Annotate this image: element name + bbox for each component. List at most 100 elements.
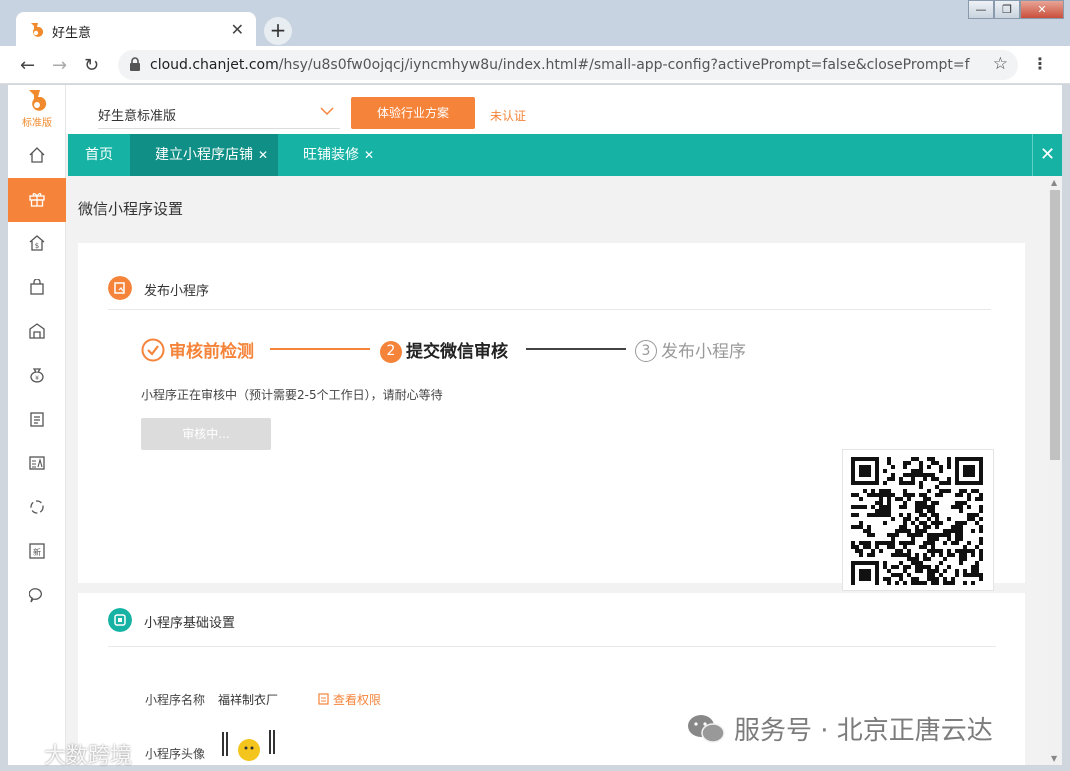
step-3-number: 3 — [635, 340, 657, 362]
sidebar-item-chat[interactable] — [8, 574, 66, 618]
unverified-link[interactable]: 未认证 — [490, 107, 526, 124]
app-header: 好生意标准版 体验行业方案 未认证 — [8, 85, 1062, 134]
sidebar-item-store[interactable]: $ — [8, 222, 66, 266]
report-icon — [29, 456, 45, 470]
watermark-left: 大数跨境 — [8, 738, 132, 770]
close-all-tabs-icon[interactable]: ✕ — [1032, 134, 1062, 176]
address-bar[interactable]: cloud.chanjet.com/hsy/u8s0fw0ojqcj/iyncm… — [118, 50, 1018, 80]
publish-section-title: 发布小程序 — [144, 284, 210, 299]
wechat-icon — [688, 715, 725, 743]
tab-home[interactable]: 首页 — [68, 134, 130, 176]
divider — [108, 309, 991, 310]
step-3-label: 发布小程序 — [661, 342, 746, 362]
browser-menu-icon[interactable]: ⋮ — [1032, 54, 1048, 73]
reviewing-button[interactable]: 审核中... — [141, 418, 271, 450]
sidebar-item-home[interactable] — [8, 134, 66, 178]
warehouse-icon — [29, 323, 45, 339]
tab-home-label: 首页 — [85, 147, 113, 163]
miniapp-name-label: 小程序名称 — [145, 693, 206, 707]
publish-icon — [108, 276, 132, 300]
step-submit-review: 2 提交微信审核 — [380, 337, 508, 363]
tab-build-label: 建立小程序店铺 — [155, 147, 253, 163]
scroll-thumb[interactable] — [1050, 190, 1060, 460]
browser-toolbar: ← → ↻ cloud.chanjet.com/hsy/u8s0fw0ojqcj… — [0, 46, 1070, 84]
forward-icon[interactable]: → — [52, 55, 67, 76]
minimize-button[interactable]: — — [968, 0, 994, 19]
tab-decoration-label: 旺铺装修 — [303, 147, 359, 163]
watermark-logo-icon — [9, 748, 44, 765]
basic-section-title: 小程序基础设置 — [144, 616, 236, 631]
cycle-icon — [30, 500, 44, 514]
new-tab-button[interactable]: + — [264, 17, 292, 45]
miniapp-avatar-image[interactable] — [221, 726, 277, 765]
watermark-right: 服务号 · 北京正唐云达 — [686, 710, 993, 747]
logo-text: 标准版 — [22, 118, 52, 129]
watermark-left-text: 大数跨境 — [44, 744, 133, 769]
view-permission-link[interactable]: 查看权限 — [318, 691, 381, 708]
svg-text:新: 新 — [33, 547, 41, 557]
tab-build-miniapp-store[interactable]: 建立小程序店铺 ✕ — [130, 134, 278, 176]
miniapp-name-value: 福祥制衣厂 — [218, 693, 279, 707]
bookmark-star-icon[interactable]: ☆ — [993, 54, 1008, 74]
maximize-button[interactable]: ❐ — [994, 0, 1020, 19]
window-close-button[interactable]: ✕ — [1020, 0, 1064, 19]
back-icon[interactable]: ← — [20, 55, 35, 76]
sidebar-item-new[interactable]: 新 — [8, 530, 66, 574]
sidebar-item-orders[interactable] — [8, 398, 66, 442]
settings-icon — [108, 608, 132, 632]
url-text: cloud.chanjet.com/hsy/u8s0fw0ojqcj/iyncm… — [150, 57, 970, 73]
svg-text:$: $ — [35, 242, 39, 250]
publish-card: 发布小程序 审核前检测 2 提交微信审核 3 发布小程序 小程序正在审核中（预计需要… — [78, 243, 1025, 591]
clipboard-icon — [30, 412, 44, 427]
main-content: 微信小程序设置 发布小程序 审核前检测 2 提交微信审核 3 发布小程序 小程序正在… — [68, 176, 1048, 765]
gift-icon — [29, 193, 45, 207]
store-select[interactable]: 好生意标准版 — [98, 96, 340, 129]
step-2-label: 提交微信审核 — [406, 342, 508, 362]
close-icon[interactable]: ✕ — [258, 148, 268, 162]
reload-icon[interactable]: ↻ — [84, 55, 99, 76]
page-title: 微信小程序设置 — [78, 200, 184, 218]
browser-tab[interactable]: 好生意 ✕ — [16, 12, 256, 48]
sidebar-item-report[interactable] — [8, 442, 66, 486]
divider — [108, 646, 996, 647]
step-2-number: 2 — [380, 341, 402, 363]
lock-icon — [130, 57, 140, 71]
tab-close-icon[interactable]: ✕ — [231, 20, 244, 39]
sidebar-item-finance[interactable]: ¥ — [8, 354, 66, 398]
chat-icon — [29, 588, 42, 603]
review-status-text: 小程序正在审核中（预计需要2-5个工作日），请耐心等待 — [141, 388, 443, 402]
shopping-bag-icon — [30, 279, 44, 295]
qr-code-image — [851, 457, 983, 585]
svg-text:¥: ¥ — [35, 375, 39, 382]
logo[interactable]: 标准版 — [8, 85, 66, 134]
scrollbar[interactable]: ▲ ▼ — [1048, 176, 1062, 765]
app-favicon-icon — [31, 23, 44, 37]
sidebar-item-gift[interactable] — [8, 178, 66, 222]
check-circle-icon — [141, 338, 165, 362]
step-line-done — [270, 348, 370, 350]
step-1-label: 审核前检测 — [169, 342, 254, 362]
sidebar-item-purchase[interactable] — [8, 266, 66, 310]
browser-titlebar: 好生意 ✕ + — ❐ ✕ — [0, 0, 1070, 48]
chevron-down-icon — [320, 107, 334, 116]
qr-code — [842, 449, 994, 591]
watermark-right-text: 服务号 · 北京正唐云达 — [734, 716, 993, 746]
home-icon — [29, 147, 45, 163]
money-bag-icon: ¥ — [30, 368, 44, 383]
window-controls: — ❐ ✕ — [968, 0, 1064, 20]
store-icon: $ — [29, 235, 45, 251]
permission-icon — [318, 693, 329, 705]
trial-industry-button[interactable]: 体验行业方案 — [351, 97, 475, 129]
tab-store-decoration[interactable]: 旺铺装修 ✕ — [278, 134, 398, 176]
close-icon[interactable]: ✕ — [364, 148, 374, 162]
app-root: 好生意标准版 体验行业方案 未认证 标准版 $ ¥ 新 首页 建立小程序店铺 ✕… — [8, 85, 1062, 765]
sidebar-item-warehouse[interactable] — [8, 310, 66, 354]
url-domain: cloud.chanjet.com — [150, 57, 279, 73]
sidebar-item-cycle[interactable] — [8, 486, 66, 530]
app-tab-bar: 首页 建立小程序店铺 ✕ 旺铺装修 ✕ ✕ — [68, 134, 1062, 176]
scroll-up-icon[interactable]: ▲ — [1051, 178, 1057, 187]
step-precheck: 审核前检测 — [141, 337, 254, 362]
permission-link-label: 查看权限 — [333, 693, 382, 707]
scroll-down-icon[interactable]: ▼ — [1051, 754, 1057, 763]
store-name: 好生意标准版 — [98, 109, 177, 124]
